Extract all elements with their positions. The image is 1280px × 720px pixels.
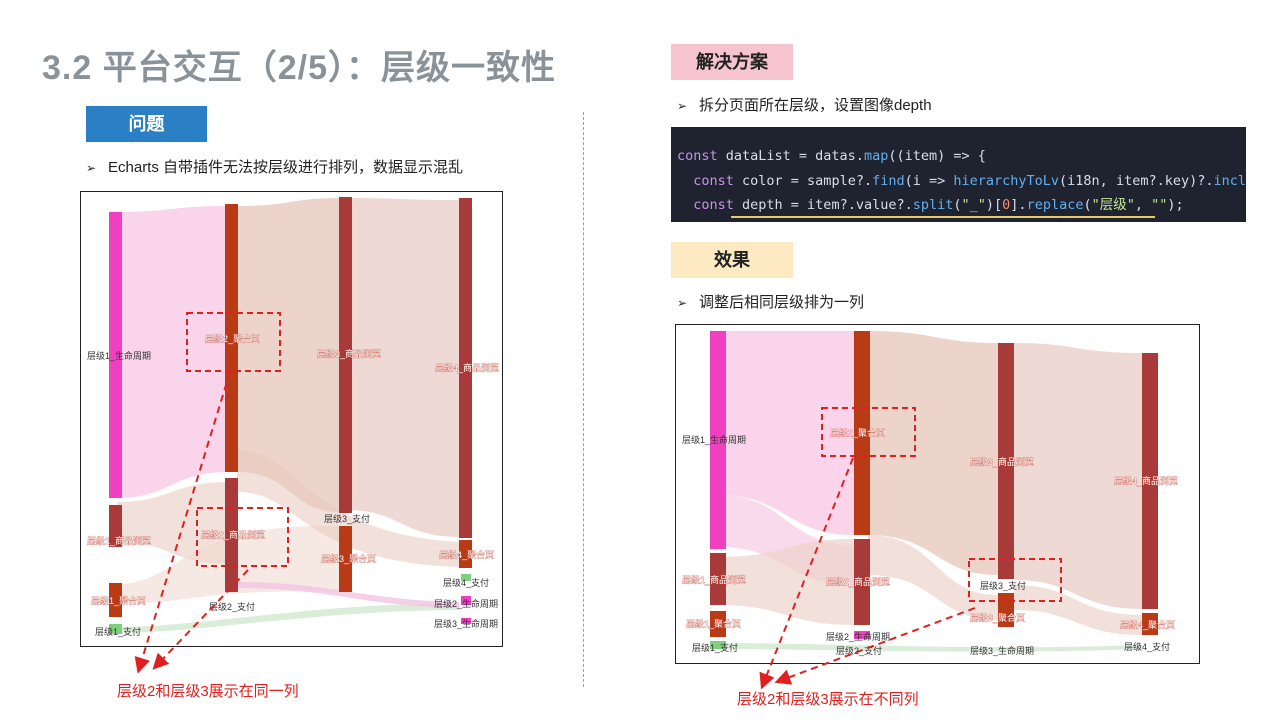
effect-caption: 层级2和层级3展示在不同列 bbox=[737, 691, 919, 708]
label-l1-life: 层级1_生命周期 bbox=[682, 434, 746, 445]
label-l4-agg: 层级4_聚合页 bbox=[439, 549, 494, 560]
page-title: 3.2 平台交互（2/5）：层级一致性 bbox=[42, 49, 556, 87]
label-l1-goods: 层级1_商品浏览 bbox=[682, 574, 746, 585]
label-l4-pay: 层级4_支付 bbox=[443, 577, 489, 588]
label-l2-life: 层级2_生命周期 bbox=[434, 598, 498, 609]
solution-bullet: ➢ 拆分页面所在层级，设置图像depth bbox=[677, 94, 932, 115]
label-l2-agg: 层级2_聚合页 bbox=[205, 333, 260, 344]
problem-caption: 层级2和层级3展示在同一列 bbox=[117, 683, 299, 700]
code-snippet: const dataList = datas.map((item) => { c… bbox=[671, 127, 1246, 222]
problem-arrows bbox=[134, 371, 249, 674]
label-l3-goods: 层级3_商品浏览 bbox=[317, 348, 381, 359]
effect-bullet: ➢ 调整后相同层级排为一列 bbox=[677, 291, 864, 312]
label-l4-goods: 层级4_商品浏览 bbox=[1114, 475, 1178, 486]
code-line-2: const color = sample?.find(i => hierarch… bbox=[693, 172, 1246, 189]
label-l4-goods: 层级4_商品浏览 bbox=[435, 362, 499, 373]
label-l1-pay: 层级1_支付 bbox=[692, 642, 738, 653]
bullet-arrow-icon: ➢ bbox=[86, 161, 97, 175]
label-l3-life: 层级3_生命周期 bbox=[434, 618, 498, 629]
label-l4-pay: 层级4_支付 bbox=[1124, 641, 1170, 652]
label-l4-agg: 层级4_聚合页 bbox=[1120, 619, 1175, 630]
code-block: const dataList = datas.map((item) => { c… bbox=[671, 127, 1246, 218]
problem-tag: 问题 bbox=[86, 106, 207, 142]
problem-bullet-text: Echarts 自带插件无法按层级进行排列，数据显示混乱 bbox=[108, 159, 464, 176]
effect-bullet-text: 调整后相同层级排为一列 bbox=[699, 294, 865, 311]
label-l3-agg: 层级3_聚合页 bbox=[321, 553, 376, 564]
code-line-3: const depth = item?.value?.split("_")[0]… bbox=[693, 197, 1184, 213]
label-l3-pay: 层级3_支付 bbox=[324, 513, 370, 524]
section-divider bbox=[583, 112, 584, 687]
code-underline bbox=[731, 216, 1155, 218]
problem-bullet: ➢ Echarts 自带插件无法按层级进行排列，数据显示混乱 bbox=[86, 156, 463, 177]
bullet-arrow-icon: ➢ bbox=[677, 99, 688, 113]
label-l2-agg: 层级2_聚合页 bbox=[830, 427, 885, 438]
code-line-1: const dataList = datas.map((item) => { bbox=[677, 148, 986, 164]
solution-bullet-text: 拆分页面所在层级，设置图像depth bbox=[699, 97, 932, 114]
label-l1-agg: 层级1_聚合页 bbox=[686, 618, 741, 629]
bullet-arrow-icon: ➢ bbox=[677, 296, 688, 310]
solution-tag: 解决方案 bbox=[671, 44, 793, 80]
effect-tag: 效果 bbox=[671, 242, 793, 278]
effect-arrows bbox=[759, 457, 976, 690]
